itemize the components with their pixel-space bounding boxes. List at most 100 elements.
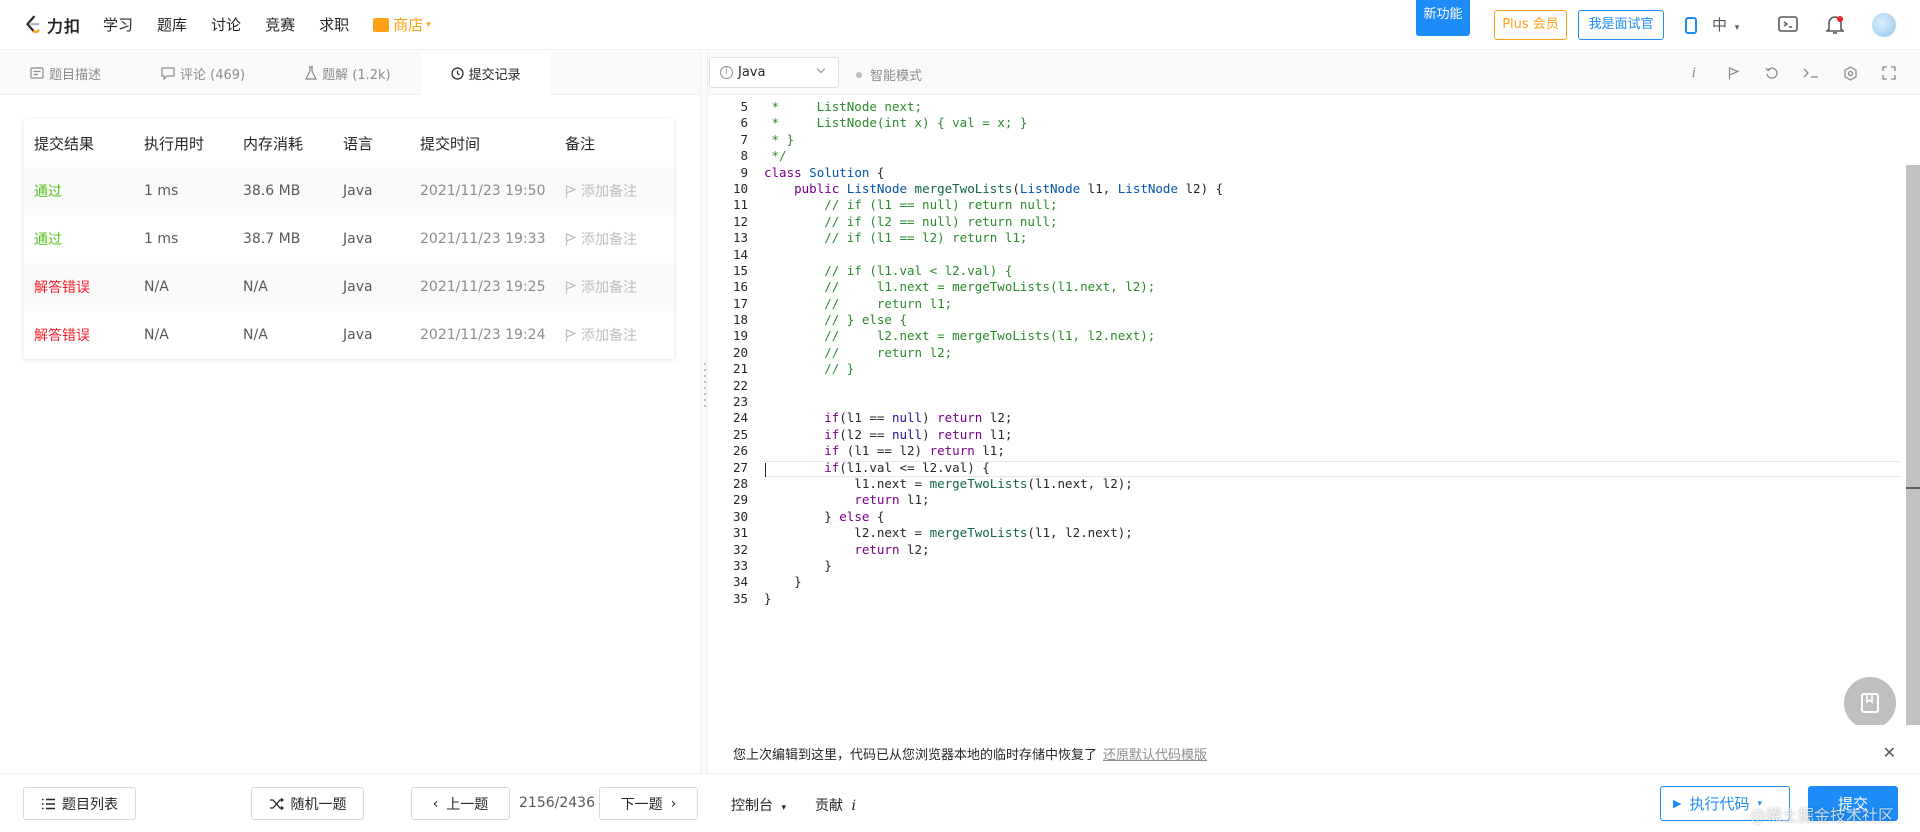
notebook-button[interactable] — [1844, 677, 1896, 725]
code-line[interactable]: return l1; — [764, 492, 1894, 508]
tab-description[interactable]: 题目描述 — [0, 51, 131, 95]
code-line[interactable]: if(l2 == null) return l1; — [764, 427, 1894, 443]
interviewer-button[interactable]: 我是面试官 — [1578, 10, 1664, 40]
add-note-button[interactable]: 添加备注 — [555, 181, 674, 201]
code-line[interactable]: } — [764, 574, 1894, 590]
problem-list-button[interactable]: 题目列表 — [23, 787, 136, 820]
playground-icon[interactable] — [1777, 14, 1799, 36]
line-number: 15 — [732, 262, 748, 278]
line-number: 10 — [732, 180, 748, 196]
prev-problem-button[interactable]: ‹ 上一题 — [411, 787, 510, 820]
table-row[interactable]: 通过 1 ms 38.7 MB Java 2021/11/23 19:33 添加… — [24, 215, 674, 263]
table-row[interactable]: 解答错误 N/A N/A Java 2021/11/23 19:24 添加备注 — [24, 311, 674, 359]
close-icon[interactable]: ✕ — [1883, 743, 1896, 762]
new-feature-badge[interactable]: 新功能 — [1416, 0, 1470, 36]
code-line[interactable]: * ListNode next; — [764, 99, 1894, 115]
nav-learn[interactable]: 学习 — [103, 14, 133, 35]
code-line[interactable]: * } — [764, 132, 1894, 148]
code-line[interactable]: // } else { — [764, 312, 1894, 328]
memory: 38.7 MB — [243, 231, 301, 247]
code-line[interactable] — [764, 378, 1894, 394]
list-icon — [42, 798, 55, 809]
nav-jobs[interactable]: 求职 — [319, 14, 349, 35]
add-note-label: 添加备注 — [581, 328, 637, 344]
contribute-button[interactable]: 贡献 i — [815, 795, 856, 815]
code-line[interactable]: // l1.next = mergeTwoLists(l1.next, l2); — [764, 279, 1894, 295]
code-editor[interactable]: 5 6 7 8 9 10 11 12 13 14 15 16 17 18 19 20 21 22 23 24 25 26 2… — [708, 95, 1920, 725]
submission-result[interactable]: 解答错误 — [24, 325, 134, 345]
code-line[interactable] — [764, 394, 1894, 410]
add-note-button[interactable]: 添加备注 — [555, 325, 674, 345]
code-line[interactable]: * ListNode(int x) { val = x; } — [764, 115, 1894, 131]
language-select[interactable]: i Java — [709, 57, 839, 88]
fullscreen-icon[interactable] — [1879, 63, 1899, 83]
vertical-scrollbar[interactable] — [1906, 165, 1920, 725]
code-content[interactable]: * ListNode next; * ListNode(int x) { val… — [764, 99, 1894, 607]
chevron-down-icon: ▾ — [1734, 23, 1740, 33]
avatar[interactable] — [1872, 13, 1896, 37]
code-line[interactable]: // } — [764, 361, 1894, 377]
code-line[interactable]: // if (l1 == l2) return l1; — [764, 230, 1894, 246]
bell-icon[interactable] — [1824, 14, 1846, 36]
random-problem-button[interactable]: 随机一题 — [251, 787, 364, 820]
code-line[interactable]: // return l1; — [764, 296, 1894, 312]
add-note-button[interactable]: 添加备注 — [555, 277, 674, 297]
contribute-label: 贡献 — [815, 798, 843, 814]
code-line[interactable]: if(l1 == null) return l2; — [764, 410, 1894, 426]
column-header: 备注 — [565, 134, 596, 153]
code-line[interactable]: // l2.next = mergeTwoLists(l1, l2.next); — [764, 328, 1894, 344]
console-toggle[interactable]: 控制台 ▾ — [731, 795, 786, 815]
submission-result[interactable]: 通过 — [24, 181, 134, 201]
code-line[interactable]: */ — [764, 148, 1894, 164]
add-note-button[interactable]: 添加备注 — [555, 229, 674, 249]
code-line[interactable]: } — [764, 591, 1894, 607]
smart-mode-toggle[interactable]: 智能模式 — [856, 65, 922, 84]
info-icon[interactable]: i — [1684, 63, 1704, 83]
code-line[interactable]: } — [764, 558, 1894, 574]
code-line[interactable]: // if (l1 == null) return null; — [764, 197, 1894, 213]
terminal-icon[interactable] — [1801, 63, 1821, 83]
nav-shop[interactable]: 商店 ▾ — [373, 14, 431, 35]
nav-contest[interactable]: 竞赛 — [265, 14, 295, 35]
mobile-icon[interactable] — [1680, 14, 1702, 36]
flag-icon[interactable] — [1723, 63, 1743, 83]
code-line[interactable] — [764, 247, 1894, 263]
nav-discuss[interactable]: 讨论 — [211, 14, 241, 35]
submission-result[interactable]: 通过 — [24, 229, 134, 249]
logo[interactable]: 力扣 — [22, 13, 81, 37]
settings-icon[interactable] — [1840, 63, 1860, 83]
reset-icon[interactable] — [1762, 63, 1782, 83]
add-note-label: 添加备注 — [581, 232, 637, 248]
code-line[interactable]: return l2; — [764, 542, 1894, 558]
flag-icon — [565, 184, 576, 197]
table-row[interactable]: 解答错误 N/A N/A Java 2021/11/23 19:25 添加备注 — [24, 263, 674, 311]
code-line[interactable]: class Solution { — [764, 165, 1894, 181]
nav-problemset[interactable]: 题库 — [157, 14, 187, 35]
code-line[interactable]: } else { — [764, 509, 1894, 525]
table-header: 提交结果 执行用时 内存消耗 语言 提交时间 备注 — [24, 119, 674, 167]
line-number: 27 — [732, 459, 748, 475]
table-row[interactable]: 通过 1 ms 38.6 MB Java 2021/11/23 19:50 添加… — [24, 167, 674, 215]
code-line[interactable]: // if (l1.val < l2.val) { — [764, 263, 1894, 279]
line-number: 24 — [732, 410, 748, 426]
tab-submissions[interactable]: 提交记录 — [420, 51, 551, 95]
plus-member-button[interactable]: Plus 会员 — [1494, 10, 1567, 40]
code-line[interactable]: public ListNode mergeTwoLists(ListNode l… — [764, 181, 1894, 197]
tab-comments[interactable]: 评论 (469) — [131, 51, 275, 95]
next-problem-button[interactable]: 下一题 › — [599, 787, 698, 820]
column-header: 提交时间 — [420, 134, 481, 153]
code-line[interactable]: // if (l2 == null) return null; — [764, 214, 1894, 230]
clock-icon — [450, 66, 464, 80]
panel-splitter[interactable] — [700, 51, 708, 773]
code-line[interactable]: l2.next = mergeTwoLists(l1, l2.next); — [764, 525, 1894, 541]
restore-default-template-link[interactable]: 还原默认代码模版 — [1103, 744, 1207, 763]
line-number: 19 — [732, 328, 748, 344]
tab-solutions[interactable]: 题解 (1.2k) — [275, 51, 420, 95]
code-line[interactable]: // return l2; — [764, 345, 1894, 361]
submission-result[interactable]: 解答错误 — [24, 277, 134, 297]
code-line[interactable]: l1.next = mergeTwoLists(l1.next, l2); — [764, 476, 1894, 492]
flask-icon — [305, 66, 318, 80]
code-line[interactable]: if (l1 == l2) return l1; — [764, 443, 1894, 459]
code-line[interactable]: if(l1.val <= l2.val) { — [764, 460, 1894, 476]
language-switch[interactable]: 中 ▾ — [1712, 14, 1739, 35]
